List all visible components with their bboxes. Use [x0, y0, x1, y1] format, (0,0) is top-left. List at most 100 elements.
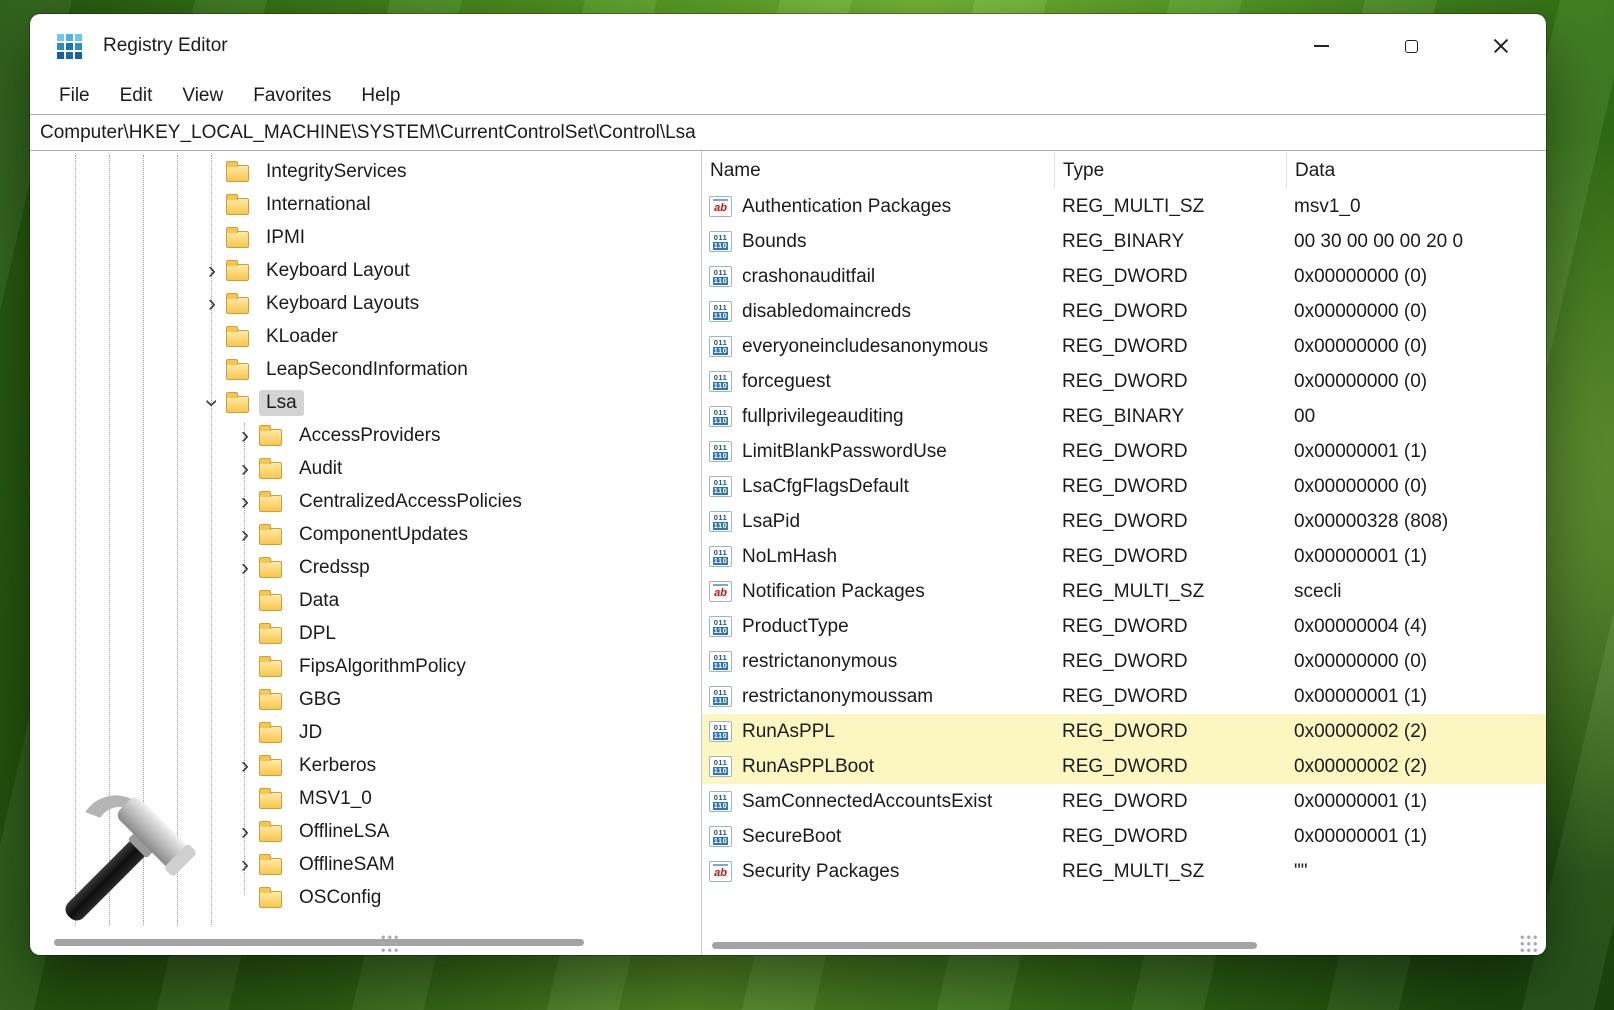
chevron-icon[interactable]	[231, 754, 259, 778]
maximize-button[interactable]	[1366, 14, 1456, 78]
tree-item[interactable]: Keyboard Layouts	[30, 287, 701, 320]
tree-item[interactable]: FipsAlgorithmPolicy	[30, 650, 701, 683]
registry-value-row[interactable]: 011110 NoLmHash REG_DWORD 0x00000001 (1)	[702, 539, 1546, 574]
tree-item[interactable]: AccessProviders	[30, 419, 701, 452]
column-header-data[interactable]: Data	[1286, 153, 1546, 189]
menu-edit[interactable]: Edit	[105, 82, 168, 110]
tree-item[interactable]: Data	[30, 584, 701, 617]
tree-horizontal-scrollbar[interactable]	[54, 939, 584, 946]
column-header-name[interactable]: Name	[702, 153, 1054, 189]
menu-file[interactable]: File	[44, 82, 105, 110]
chevron-icon[interactable]	[198, 292, 226, 316]
chevron-icon[interactable]	[231, 523, 259, 547]
value-name: Bounds	[742, 231, 806, 253]
tree-item[interactable]: IntegrityServices	[30, 155, 701, 188]
value-type-icon: 011110	[709, 406, 732, 427]
value-data: 0x00000004 (4)	[1286, 616, 1546, 638]
tree-item[interactable]: KLoader	[30, 320, 701, 353]
chevron-icon[interactable]	[198, 259, 226, 283]
tree-item[interactable]: CentralizedAccessPolicies	[30, 485, 701, 518]
folder-icon	[259, 693, 282, 710]
scroll-grip[interactable]	[380, 934, 399, 953]
tree-item-label: Credssp	[292, 555, 377, 581]
registry-value-row[interactable]: 011110 fullprivilegeauditing REG_BINARY …	[702, 399, 1546, 434]
registry-value-row[interactable]: 011110 crashonauditfail REG_DWORD 0x0000…	[702, 259, 1546, 294]
address-bar[interactable]: Computer\HKEY_LOCAL_MACHINE\SYSTEM\Curre…	[30, 114, 1546, 151]
tree-item[interactable]: Keyboard Layout	[30, 254, 701, 287]
maximize-icon	[1405, 40, 1418, 53]
registry-value-row[interactable]: 011110 LimitBlankPasswordUse REG_DWORD 0…	[702, 434, 1546, 469]
chevron-icon[interactable]	[231, 820, 259, 844]
chevron-icon[interactable]	[231, 556, 259, 580]
menu-view[interactable]: View	[167, 82, 238, 110]
registry-value-row[interactable]: 011110 Bounds REG_BINARY 00 30 00 00 00 …	[702, 224, 1546, 259]
value-type-icon: 011110	[709, 441, 732, 462]
value-name: RunAsPPLBoot	[742, 756, 874, 778]
minimize-button[interactable]	[1276, 14, 1366, 78]
value-name-cell: ab Authentication Packages	[702, 196, 1054, 218]
tree-item-label: Lsa	[259, 390, 304, 416]
value-name: LsaCfgFlagsDefault	[742, 476, 909, 498]
value-name-cell: 011110 LsaCfgFlagsDefault	[702, 476, 1054, 498]
registry-value-row[interactable]: 011110 restrictanonymous REG_DWORD 0x000…	[702, 644, 1546, 679]
folder-icon	[259, 858, 282, 875]
value-type-icon: 011110	[709, 721, 732, 742]
tree-item[interactable]: GBG	[30, 683, 701, 716]
menu-help[interactable]: Help	[346, 82, 415, 110]
close-button[interactable]	[1456, 14, 1546, 78]
tree-item-label: LeapSecondInformation	[259, 357, 475, 383]
registry-value-row[interactable]: 011110 restrictanonymoussam REG_DWORD 0x…	[702, 679, 1546, 714]
value-type-icon: ab	[709, 581, 732, 602]
value-name: RunAsPPL	[742, 721, 835, 743]
value-type-icon: ab	[709, 196, 732, 217]
registry-value-row[interactable]: 011110 LsaCfgFlagsDefault REG_DWORD 0x00…	[702, 469, 1546, 504]
tree-item[interactable]: MSV1_0	[30, 782, 701, 815]
registry-value-row[interactable]: 011110 RunAsPPL REG_DWORD 0x00000002 (2)	[702, 714, 1546, 749]
registry-value-row[interactable]: 011110 RunAsPPLBoot REG_DWORD 0x00000002…	[702, 749, 1546, 784]
tree-item[interactable]: Lsa	[30, 386, 701, 419]
tree-item[interactable]: DPL	[30, 617, 701, 650]
value-name-cell: ab Security Packages	[702, 861, 1054, 883]
chevron-icon[interactable]	[198, 391, 226, 415]
tree-item[interactable]: International	[30, 188, 701, 221]
folder-icon	[259, 891, 282, 908]
registry-value-row[interactable]: ab Security Packages REG_MULTI_SZ ""	[702, 854, 1546, 889]
value-name-cell: 011110 Bounds	[702, 231, 1054, 253]
tree-item[interactable]: LeapSecondInformation	[30, 353, 701, 386]
column-header-type[interactable]: Type	[1054, 153, 1286, 189]
tree-item[interactable]: IPMI	[30, 221, 701, 254]
registry-value-row[interactable]: 011110 disabledomaincreds REG_DWORD 0x00…	[702, 294, 1546, 329]
value-data: 00	[1286, 406, 1546, 428]
registry-value-row[interactable]: 011110 everyoneincludesanonymous REG_DWO…	[702, 329, 1546, 364]
registry-value-row[interactable]: 011110 LsaPid REG_DWORD 0x00000328 (808)	[702, 504, 1546, 539]
tree-item[interactable]: Kerberos	[30, 749, 701, 782]
tree-item[interactable]: Credssp	[30, 551, 701, 584]
chevron-icon[interactable]	[231, 853, 259, 877]
title-bar[interactable]: Registry Editor	[30, 14, 1546, 78]
resize-grip[interactable]	[1519, 934, 1538, 953]
registry-value-row[interactable]: ab Notification Packages REG_MULTI_SZ sc…	[702, 574, 1546, 609]
list-horizontal-scrollbar[interactable]	[712, 942, 1257, 949]
registry-value-row[interactable]: 011110 forceguest REG_DWORD 0x00000000 (…	[702, 364, 1546, 399]
tree-item[interactable]: OfflineLSA	[30, 815, 701, 848]
folder-icon	[259, 660, 282, 677]
registry-value-row[interactable]: 011110 SamConnectedAccountsExist REG_DWO…	[702, 784, 1546, 819]
chevron-icon[interactable]	[231, 424, 259, 448]
registry-value-row[interactable]: ab Authentication Packages REG_MULTI_SZ …	[702, 189, 1546, 224]
value-type: REG_MULTI_SZ	[1054, 581, 1286, 603]
tree-item[interactable]: ComponentUpdates	[30, 518, 701, 551]
value-name-cell: 011110 crashonauditfail	[702, 266, 1054, 288]
menu-favorites[interactable]: Favorites	[238, 82, 346, 110]
value-type-icon: 011110	[709, 616, 732, 637]
tree-item[interactable]: Audit	[30, 452, 701, 485]
value-type-icon: 011110	[709, 231, 732, 252]
registry-value-row[interactable]: 011110 ProductType REG_DWORD 0x00000004 …	[702, 609, 1546, 644]
chevron-icon[interactable]	[231, 490, 259, 514]
chevron-icon[interactable]	[231, 457, 259, 481]
tree-item[interactable]: JD	[30, 716, 701, 749]
registry-value-row[interactable]: 011110 SecureBoot REG_DWORD 0x00000001 (…	[702, 819, 1546, 854]
value-name-cell: 011110 LsaPid	[702, 511, 1054, 533]
tree-item[interactable]: OfflineSAM	[30, 848, 701, 881]
tree-item[interactable]: OSConfig	[30, 881, 701, 914]
tree-item-label: OSConfig	[292, 885, 388, 911]
